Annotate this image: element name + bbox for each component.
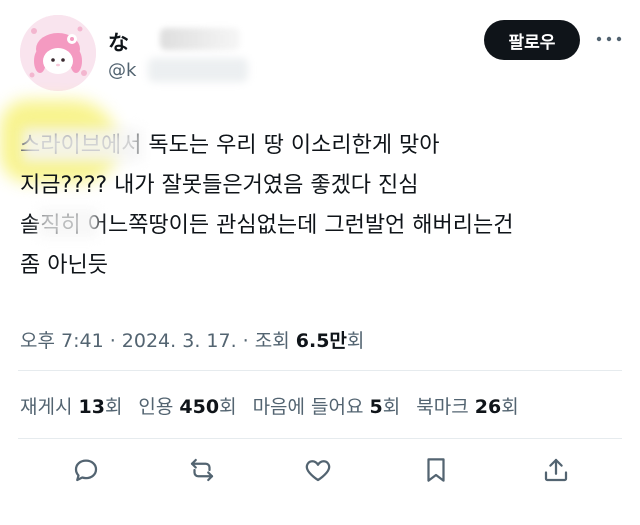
more-dots-glyph xyxy=(596,36,622,42)
share-icon[interactable] xyxy=(536,450,576,490)
repost-icon[interactable] xyxy=(182,450,222,490)
avatar[interactable] xyxy=(20,15,96,91)
user-handle[interactable]: @k xyxy=(108,60,136,81)
stat-suffix: 회 xyxy=(219,396,237,418)
handle-redaction xyxy=(148,58,248,82)
views-suffix: 회 xyxy=(346,330,365,352)
follow-button[interactable]: 팔로우 xyxy=(484,20,580,60)
stat-label: 재게시 xyxy=(20,396,79,418)
stat-label: 인용 xyxy=(138,396,180,418)
text-redaction-2 xyxy=(38,208,98,238)
stat-reposts[interactable]: 재게시 13회 xyxy=(20,392,122,419)
stat-suffix: 회 xyxy=(501,396,519,418)
stat-bookmarks[interactable]: 북마크 26회 xyxy=(416,392,518,419)
stat-value: 26 xyxy=(474,396,502,418)
views-count: 6.5만 xyxy=(295,330,347,352)
meta-separator: · xyxy=(103,330,122,352)
stat-label: 마음에 들어요 xyxy=(252,396,370,418)
engagement-stats: 재게시 13회 인용 450회 마음에 들어요 5회 북마크 26회 xyxy=(20,392,519,419)
bookmark-icon[interactable] xyxy=(416,450,456,490)
tweet-time[interactable]: 오후 7:41 xyxy=(20,330,104,352)
stat-value: 13 xyxy=(78,396,105,418)
tweet-meta: 오후 7:41 · 2024. 3. 17. · 조회 6.5만회 xyxy=(20,326,364,353)
action-bar xyxy=(0,450,640,494)
stat-quotes[interactable]: 인용 450회 xyxy=(138,392,236,419)
display-name[interactable]: な xyxy=(108,27,129,57)
like-icon[interactable] xyxy=(298,450,338,490)
divider xyxy=(18,370,622,371)
name-redaction xyxy=(160,28,240,50)
stat-value: 5 xyxy=(369,396,383,418)
more-dots-icon[interactable] xyxy=(594,24,624,54)
stat-value: 450 xyxy=(179,396,220,418)
stat-likes[interactable]: 마음에 들어요 5회 xyxy=(253,392,401,419)
text-redaction xyxy=(22,128,142,162)
divider xyxy=(18,438,622,439)
avatar-image xyxy=(20,15,96,91)
stat-suffix: 회 xyxy=(382,396,401,418)
tweet-date[interactable]: 2024. 3. 17. xyxy=(122,330,237,352)
reply-icon[interactable] xyxy=(66,450,106,490)
stat-suffix: 회 xyxy=(104,396,123,418)
stat-label: 북마크 xyxy=(416,396,475,418)
meta-separator: · xyxy=(236,330,255,352)
views-label: 조회 xyxy=(254,330,296,352)
